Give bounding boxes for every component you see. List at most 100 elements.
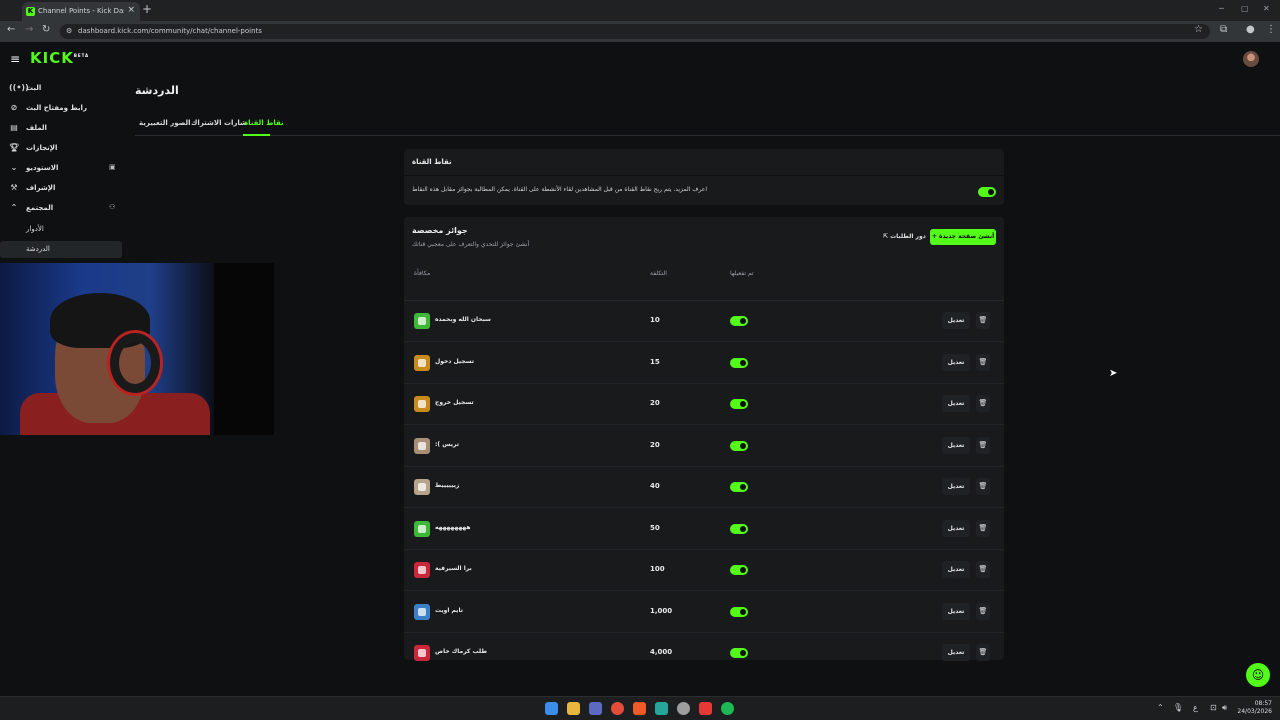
close-tab-icon[interactable]: × bbox=[127, 5, 135, 15]
reward-name: تسجيل دخول bbox=[435, 357, 474, 365]
reward-enabled-toggle[interactable] bbox=[730, 440, 748, 451]
plus-icon: + bbox=[931, 233, 939, 240]
close-window-icon[interactable]: ✕ bbox=[1263, 4, 1270, 13]
hamburger-menu-icon[interactable]: ≡ bbox=[10, 52, 20, 66]
community-icon: ⚇ bbox=[109, 203, 116, 211]
start-menu-icon[interactable] bbox=[545, 702, 558, 715]
microphone-icon[interactable]: 🎙︎ bbox=[1173, 703, 1183, 712]
sidebar-item-label: الإشراف bbox=[26, 184, 56, 192]
delete-reward-icon[interactable]: 🗑︎ bbox=[976, 312, 990, 329]
volume-icon[interactable]: 🔊︎ bbox=[1222, 703, 1227, 713]
bookmark-star-icon[interactable]: ☆ bbox=[1194, 24, 1203, 35]
reward-enabled-toggle[interactable] bbox=[730, 565, 748, 575]
sidebar-item-moderation[interactable]: ⚒ الإشراف bbox=[0, 180, 126, 198]
delete-reward-icon[interactable]: 🗑︎ bbox=[976, 478, 990, 495]
app2-icon[interactable] bbox=[699, 702, 712, 715]
custom-rewards-subheading: أنشئ جوائز للتحدي والتعرف على معجبي قنات… bbox=[412, 241, 530, 248]
user-avatar[interactable] bbox=[1243, 51, 1259, 67]
support-chat-button[interactable]: ☺ bbox=[1246, 663, 1270, 687]
browser-tab[interactable]: K Channel Points - Kick Dashboar × bbox=[22, 2, 140, 21]
edit-reward-button[interactable]: تعديل bbox=[942, 561, 970, 578]
tray-chevron-icon[interactable]: ⌃ bbox=[1157, 703, 1164, 712]
reward-enabled-toggle[interactable] bbox=[730, 606, 748, 617]
reward-name: زييييييط bbox=[435, 482, 460, 489]
brave-icon[interactable] bbox=[633, 702, 646, 715]
create-reward-button[interactable]: + أنشئ صفحة جديدة bbox=[930, 229, 996, 245]
delete-reward-icon[interactable]: 🗑︎ bbox=[976, 436, 990, 454]
reward-enabled-toggle[interactable] bbox=[730, 482, 748, 492]
new-tab-icon[interactable]: + bbox=[142, 2, 152, 16]
chevron-up-icon: ⌃ bbox=[10, 203, 18, 212]
sidebar-item-achievements[interactable]: 🏆︎ الإنجازات bbox=[0, 140, 126, 158]
language-icon[interactable]: ع bbox=[1193, 703, 1198, 712]
reward-cost: 15 bbox=[650, 357, 660, 366]
sidebar-subitem-chat[interactable]: الدردشة bbox=[0, 241, 122, 258]
spotify-icon[interactable] bbox=[721, 702, 734, 715]
sidebar-item-stream-key[interactable]: ⊘ رابط ومفتاح البث bbox=[0, 100, 126, 118]
reward-icon bbox=[414, 313, 430, 329]
sidebar-item-stream[interactable]: ((•)) البث bbox=[0, 80, 126, 98]
edit-reward-button[interactable]: تعديل bbox=[942, 353, 970, 371]
tab-sub-badges[interactable]: شارات الاشتراك bbox=[191, 119, 247, 127]
reward-enabled-toggle[interactable] bbox=[730, 523, 748, 534]
minimize-icon[interactable]: ─ bbox=[1219, 4, 1224, 13]
sidebar-item-community[interactable]: ⌃ المجتمع ⚇ bbox=[0, 200, 126, 218]
moderation-icon: ⚒ bbox=[10, 183, 18, 192]
reward-icon bbox=[414, 437, 430, 454]
app-icon[interactable] bbox=[655, 702, 668, 715]
delete-reward-icon[interactable]: 🗑︎ bbox=[976, 602, 990, 620]
chrome-icon[interactable] bbox=[611, 702, 624, 715]
obs-icon[interactable] bbox=[677, 702, 690, 715]
site-info-icon[interactable]: ⚙ bbox=[66, 24, 72, 39]
sidebar-subitem-roles[interactable]: الأدوار bbox=[0, 221, 122, 238]
reward-enabled-toggle[interactable] bbox=[730, 316, 748, 326]
sidebar-item-label: الملف bbox=[26, 124, 47, 132]
network-icon[interactable]: ⊡ bbox=[1210, 703, 1217, 712]
profile-icon: ▤ bbox=[10, 123, 18, 132]
reward-icon bbox=[414, 645, 430, 661]
delete-reward-icon[interactable]: 🗑︎ bbox=[976, 353, 990, 371]
page-title: الدردشة bbox=[135, 84, 179, 97]
forward-icon[interactable]: → bbox=[25, 24, 33, 35]
edit-reward-button[interactable]: تعديل bbox=[942, 478, 970, 495]
reward-cost: 1,000 bbox=[650, 606, 673, 615]
table-row: زييييييط 40 تعديل 🗑︎ bbox=[404, 467, 1004, 508]
reload-icon[interactable]: ↻ bbox=[42, 24, 50, 35]
back-icon[interactable]: ← bbox=[7, 24, 15, 35]
edit-reward-button[interactable]: تعديل bbox=[942, 436, 970, 454]
reward-cost: 4,000 bbox=[650, 648, 673, 656]
channel-points-toggle[interactable] bbox=[978, 187, 996, 197]
reward-cost: 20 bbox=[650, 440, 660, 449]
system-clock[interactable]: 08:57 24/03/2026 bbox=[1236, 700, 1272, 716]
menu-dots-icon[interactable]: ⋮ bbox=[1266, 24, 1276, 35]
reward-enabled-toggle[interactable] bbox=[730, 399, 748, 409]
reward-name: تايم اويت bbox=[435, 606, 463, 614]
url-field[interactable]: ⚙ dashboard.kick.com/community/chat/chan… bbox=[60, 24, 1210, 39]
kick-logo[interactable]: KICKBETA bbox=[30, 49, 89, 67]
sidebar-item-profile[interactable]: ▤ الملف bbox=[0, 120, 126, 138]
reward-enabled-toggle[interactable] bbox=[730, 648, 748, 658]
requests-queue-label: دور الطلبات bbox=[890, 233, 926, 240]
reward-icon bbox=[414, 603, 430, 620]
tab-emotes[interactable]: الصور التعبيرية bbox=[139, 119, 191, 127]
maximize-icon[interactable]: ▢ bbox=[1241, 4, 1249, 13]
extensions-icon[interactable]: ⧉ bbox=[1220, 24, 1227, 35]
tab-channel-points[interactable]: نقاط القناة bbox=[244, 119, 284, 127]
reward-name: :( تريس bbox=[435, 440, 459, 448]
delete-reward-icon[interactable]: 🗑︎ bbox=[976, 644, 990, 661]
sidebar-item-label: البث bbox=[26, 84, 42, 92]
requests-queue-button[interactable]: ⇱ دور الطلبات bbox=[877, 229, 932, 245]
delete-reward-icon[interactable]: 🗑︎ bbox=[976, 561, 990, 578]
delete-reward-icon[interactable]: 🗑︎ bbox=[976, 395, 990, 412]
delete-reward-icon[interactable]: 🗑︎ bbox=[976, 519, 990, 537]
edit-reward-button[interactable]: تعديل bbox=[942, 602, 970, 620]
edit-reward-button[interactable]: تعديل bbox=[942, 519, 970, 537]
store-icon[interactable] bbox=[589, 702, 602, 715]
file-explorer-icon[interactable] bbox=[567, 702, 580, 715]
sidebar-item-studio[interactable]: ⌄ الاستوديو ▣ bbox=[0, 160, 126, 178]
edit-reward-button[interactable]: تعديل bbox=[942, 312, 970, 329]
profile-icon[interactable]: ● bbox=[1246, 24, 1255, 35]
edit-reward-button[interactable]: تعديل bbox=[942, 644, 970, 661]
reward-enabled-toggle[interactable] bbox=[730, 357, 748, 368]
edit-reward-button[interactable]: تعديل bbox=[942, 395, 970, 412]
